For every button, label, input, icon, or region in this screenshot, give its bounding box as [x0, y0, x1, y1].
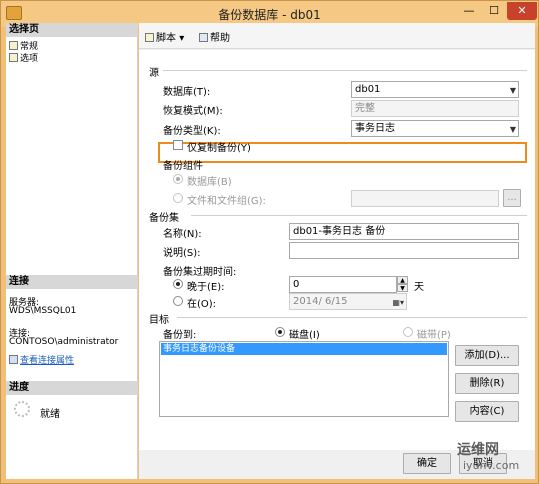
destination-section-label: 目标	[149, 315, 169, 326]
section-divider	[177, 317, 527, 318]
spin-up-button[interactable]: ▲	[397, 276, 408, 284]
tape-label: 磁带(P)	[417, 330, 451, 341]
list-item[interactable]: 事务日志备份设备	[161, 343, 447, 355]
database-label: 数据库(T):	[163, 87, 211, 98]
help-button[interactable]: 帮助	[199, 29, 230, 44]
expire-date-value: 2014/ 6/15	[293, 296, 348, 307]
component-files-label: 文件和文件组(G):	[187, 196, 266, 207]
section-divider	[191, 215, 527, 216]
general-page: 源 数据库(T): db01 ▼ 恢复模式(M): 完整 备份类型(K): 事务…	[139, 50, 535, 450]
progress-header: 进度	[6, 381, 138, 395]
connection-header: 连接	[6, 275, 138, 289]
backup-name-input[interactable]: db01-事务日志 备份	[289, 223, 519, 240]
days-label: 天	[414, 282, 424, 293]
calendar-icon: ▦▾	[392, 298, 404, 307]
backup-dialog: 备份数据库 - db01 — ☐ ✕ 选择页 常规 选项 连接 服务器: WDS…	[0, 0, 539, 484]
backup-type-label: 备份类型(K):	[163, 126, 221, 137]
remove-destination-button[interactable]: 删除(R)	[455, 373, 519, 394]
description-label: 说明(S):	[163, 248, 201, 259]
description-input[interactable]	[289, 242, 519, 259]
component-database-label: 数据库(B)	[187, 177, 232, 188]
sidebar: 选择页 常规 选项 连接 服务器: WDS\MSSQL01 连接: CONTOS…	[6, 23, 138, 479]
server-value: WDS\MSSQL01	[9, 306, 77, 316]
page-icon	[9, 41, 18, 50]
view-connection-properties-link[interactable]: 查看连接属性	[9, 353, 74, 366]
close-button[interactable]: ✕	[507, 2, 537, 20]
recovery-model-field: 完整	[351, 100, 519, 117]
spinner-icon	[14, 401, 30, 417]
spin-down-button[interactable]: ▼	[397, 284, 408, 292]
add-destination-button[interactable]: 添加(D)...	[455, 345, 519, 366]
backup-component-label: 备份组件	[163, 161, 203, 172]
database-dropdown[interactable]: db01 ▼	[351, 81, 519, 98]
backup-to-label: 备份到:	[163, 330, 197, 341]
script-button[interactable]: 脚本 ▾	[145, 29, 184, 44]
sidebar-item-label: 选项	[20, 54, 39, 64]
tape-radio[interactable]	[403, 327, 413, 337]
sidebar-item-options[interactable]: 选项	[9, 51, 38, 64]
expire-on-radio[interactable]	[173, 296, 183, 306]
browse-filegroup-button[interactable]: ...	[503, 189, 521, 207]
chevron-down-icon: ▾	[179, 33, 185, 44]
expire-days-input[interactable]: 0	[289, 276, 397, 293]
recovery-model-label: 恢复模式(M):	[163, 106, 223, 117]
component-database-radio[interactable]	[173, 174, 183, 184]
maximize-button[interactable]: ☐	[482, 2, 506, 20]
chevron-down-icon: ▼	[509, 86, 516, 95]
contents-button[interactable]: 内容(C)	[455, 401, 519, 422]
disk-radio[interactable]	[275, 327, 285, 337]
expire-date-picker: 2014/ 6/15 ▦▾	[289, 293, 407, 310]
filegroup-field	[351, 190, 499, 207]
help-label: 帮助	[210, 33, 230, 44]
backup-type-value: 事务日志	[355, 123, 395, 134]
watermark-url: iyunv.com	[463, 459, 520, 472]
select-page-header: 选择页	[6, 23, 138, 37]
source-section-label: 源	[149, 68, 159, 79]
chevron-down-icon: ▼	[509, 125, 516, 134]
help-icon	[199, 33, 208, 42]
expire-on-label: 在(O):	[187, 299, 217, 310]
connection-value: CONTOSO\administrator	[9, 337, 119, 347]
disk-label: 磁盘(I)	[289, 330, 320, 341]
backup-name-label: 名称(N):	[163, 229, 202, 240]
watermark-title: 运维网	[457, 442, 499, 458]
copy-only-label: 仅复制备份(Y)	[187, 143, 251, 154]
progress-status: 就绪	[40, 409, 60, 420]
destination-list[interactable]: 事务日志备份设备	[159, 341, 449, 417]
expire-label: 备份集过期时间:	[163, 267, 237, 278]
properties-icon	[9, 355, 18, 364]
database-value: db01	[355, 84, 381, 95]
link-label: 查看连接属性	[20, 356, 75, 366]
main-panel: 脚本 ▾ 帮助 源 数据库(T): db01 ▼ 恢复模式(M): 完整 备份类…	[139, 23, 535, 479]
page-icon	[9, 53, 18, 62]
minimize-button[interactable]: —	[457, 2, 481, 20]
component-files-radio[interactable]	[173, 193, 183, 203]
copy-only-checkbox[interactable]	[173, 140, 183, 150]
section-divider	[163, 70, 527, 71]
ok-button[interactable]: 确定	[403, 453, 451, 474]
expire-after-radio[interactable]	[173, 279, 183, 289]
expire-after-label: 晚于(E):	[187, 282, 225, 293]
backup-type-dropdown[interactable]: 事务日志 ▼	[351, 120, 519, 137]
backup-set-section-label: 备份集	[149, 213, 179, 224]
toolbar: 脚本 ▾ 帮助	[139, 23, 535, 49]
script-label: 脚本	[156, 33, 176, 44]
script-icon	[145, 33, 154, 42]
